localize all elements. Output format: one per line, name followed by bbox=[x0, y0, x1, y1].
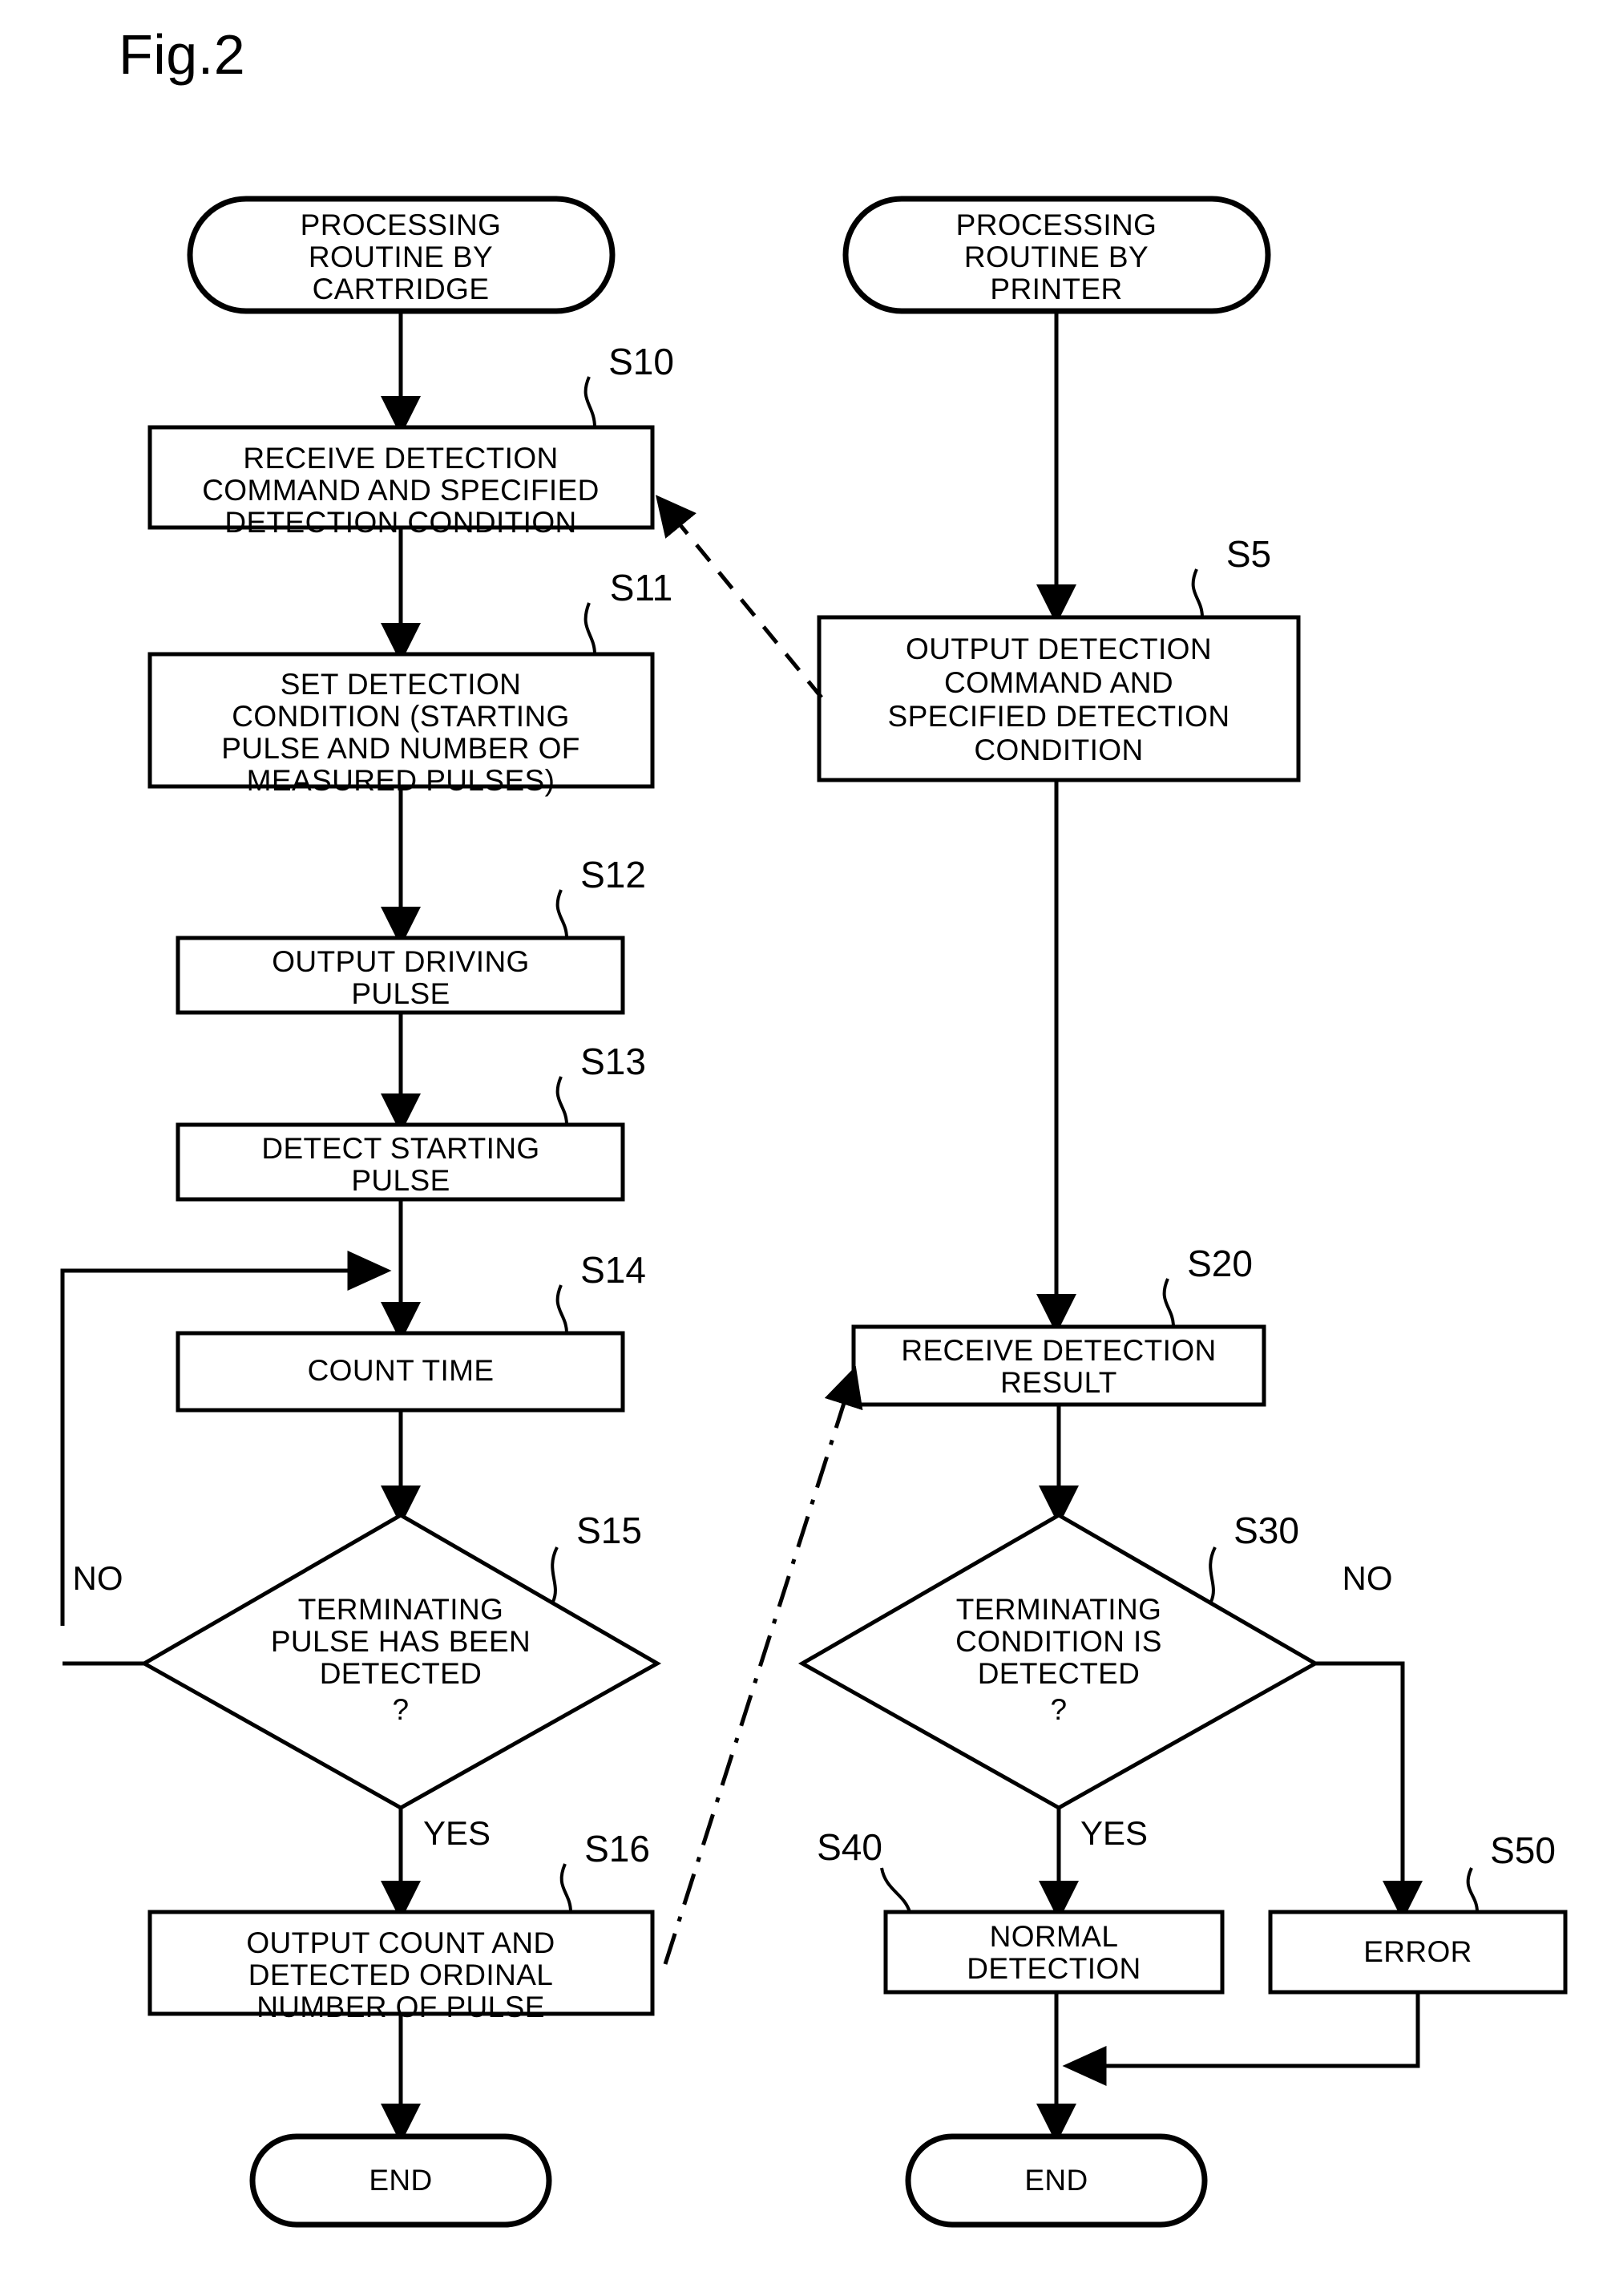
s30-line-4: ? bbox=[1051, 1693, 1068, 1726]
s40-line-1: NORMAL bbox=[990, 1920, 1119, 1953]
s12-line-1: OUTPUT DRIVING bbox=[272, 945, 530, 978]
s15-line-1: TERMINATING bbox=[298, 1593, 504, 1626]
s12-leader-line bbox=[555, 889, 568, 939]
s16-step-label: S16 bbox=[584, 1828, 650, 1870]
node-s50[interactable]: ERROR bbox=[1268, 1910, 1568, 1995]
s40-line-2: DETECTION bbox=[967, 1952, 1141, 1985]
start-printer-line-2: ROUTINE BY bbox=[964, 241, 1149, 273]
s5-leader-line bbox=[1191, 568, 1204, 618]
s20-step-label: S20 bbox=[1187, 1243, 1253, 1284]
s15-line-3: DETECTED bbox=[320, 1657, 483, 1690]
s10-line-1: RECEIVE DETECTION bbox=[243, 442, 558, 475]
node-s11[interactable]: SET DETECTION CONDITION (STARTING PULSE … bbox=[147, 652, 655, 797]
s20-line-1: RECEIVE DETECTION bbox=[901, 1334, 1216, 1367]
node-s13[interactable]: DETECT STARTING PULSE bbox=[176, 1122, 625, 1202]
s20-line-2: RESULT bbox=[1000, 1366, 1117, 1399]
s15-leader-line bbox=[551, 1546, 559, 1603]
node-s14[interactable]: COUNT TIME bbox=[176, 1331, 625, 1413]
node-start-cartridge[interactable]: PROCESSING ROUTINE BY CARTRIDGE bbox=[187, 196, 616, 314]
s15-yes-label: YES bbox=[423, 1814, 491, 1852]
s30-line-2: CONDITION IS bbox=[955, 1625, 1162, 1658]
s40-step-label: S40 bbox=[817, 1826, 882, 1868]
s5-line-2: COMMAND AND bbox=[944, 666, 1173, 699]
s50-step-label: S50 bbox=[1490, 1829, 1556, 1871]
node-end-printer[interactable]: END bbox=[905, 2133, 1208, 2228]
s13-leader-line bbox=[555, 1076, 568, 1126]
node-s15[interactable]: TERMINATING PULSE HAS BEEN DETECTED ? bbox=[139, 1513, 662, 1810]
node-s20[interactable]: RECEIVE DETECTION RESULT bbox=[851, 1324, 1266, 1407]
s20-leader-line bbox=[1162, 1278, 1175, 1328]
end-cartridge-label: END bbox=[369, 2164, 432, 2197]
s12-step-label: S12 bbox=[580, 854, 646, 895]
s16-line-2: DETECTED ORDINAL bbox=[248, 1958, 554, 1991]
s5-step-label: S5 bbox=[1226, 533, 1271, 575]
s15-line-4: ? bbox=[393, 1693, 410, 1726]
s14-line-1: COUNT TIME bbox=[308, 1354, 495, 1387]
node-s40[interactable]: NORMAL DETECTION bbox=[883, 1910, 1225, 1995]
s30-yes-label: YES bbox=[1080, 1814, 1148, 1852]
s10-line-2: COMMAND AND SPECIFIED bbox=[202, 474, 600, 507]
s30-leader-line bbox=[1209, 1546, 1217, 1603]
s16-leader-line bbox=[559, 1863, 572, 1913]
s5-line-1: OUTPUT DETECTION bbox=[906, 633, 1212, 665]
s10-leader-line bbox=[583, 376, 596, 428]
s15-line-2: PULSE HAS BEEN bbox=[271, 1625, 531, 1658]
s30-step-label: S30 bbox=[1234, 1510, 1299, 1551]
s5-line-4: CONDITION bbox=[974, 734, 1143, 766]
s30-no-label: NO bbox=[1343, 1559, 1393, 1597]
s11-line-3: PULSE AND NUMBER OF bbox=[221, 732, 580, 765]
node-s5[interactable]: OUTPUT DETECTION COMMAND AND SPECIFIED D… bbox=[817, 615, 1301, 782]
start-printer-line-3: PRINTER bbox=[990, 273, 1122, 305]
s15-no-label: NO bbox=[73, 1559, 123, 1597]
s40-leader-line bbox=[880, 1867, 911, 1913]
s11-step-label: S11 bbox=[610, 567, 672, 608]
s13-step-label: S13 bbox=[580, 1041, 646, 1082]
start-cartridge-line-1: PROCESSING bbox=[301, 208, 502, 241]
s13-line-1: DETECT STARTING bbox=[261, 1132, 539, 1165]
flowchart-canvas: PROCESSING ROUTINE BY CARTRIDGE RECEIVE … bbox=[60, 196, 1568, 2228]
s30-line-1: TERMINATING bbox=[956, 1593, 1162, 1626]
s11-leader-line bbox=[583, 602, 596, 655]
node-s16[interactable]: OUTPUT COUNT AND DETECTED ORDINAL NUMBER… bbox=[147, 1910, 655, 2023]
node-end-cartridge[interactable]: END bbox=[249, 2133, 552, 2228]
s14-leader-line bbox=[555, 1284, 568, 1334]
node-s30[interactable]: TERMINATING CONDITION IS DETECTED ? bbox=[797, 1513, 1320, 1810]
s15-step-label: S15 bbox=[576, 1510, 642, 1551]
s12-line-2: PULSE bbox=[351, 977, 450, 1010]
s50-line-1: ERROR bbox=[1363, 1935, 1472, 1968]
s50-leader-line bbox=[1466, 1867, 1479, 1913]
start-printer-line-1: PROCESSING bbox=[956, 208, 1157, 241]
s30-line-3: DETECTED bbox=[978, 1657, 1141, 1690]
node-start-printer[interactable]: PROCESSING ROUTINE BY PRINTER bbox=[842, 196, 1271, 314]
s16-line-1: OUTPUT COUNT AND bbox=[246, 1926, 555, 1959]
s5-line-3: SPECIFIED DETECTION bbox=[888, 700, 1230, 733]
s14-step-label: S14 bbox=[580, 1249, 646, 1291]
connector-s30-no bbox=[1315, 1661, 1423, 1922]
end-printer-label: END bbox=[1024, 2164, 1088, 2197]
start-cartridge-line-2: ROUTINE BY bbox=[309, 241, 493, 273]
s13-line-2: PULSE bbox=[351, 1164, 450, 1197]
node-s10[interactable]: RECEIVE DETECTION COMMAND AND SPECIFIED … bbox=[147, 425, 655, 539]
s11-line-1: SET DETECTION bbox=[281, 668, 522, 701]
node-s12[interactable]: OUTPUT DRIVING PULSE bbox=[176, 936, 625, 1015]
connector-s50-merge bbox=[1062, 1992, 1420, 2086]
start-cartridge-line-3: CARTRIDGE bbox=[313, 273, 490, 305]
s10-step-label: S10 bbox=[608, 341, 674, 382]
connector-s5-to-s10-dashed bbox=[655, 495, 823, 699]
s11-line-2: CONDITION (STARTING bbox=[232, 700, 569, 733]
